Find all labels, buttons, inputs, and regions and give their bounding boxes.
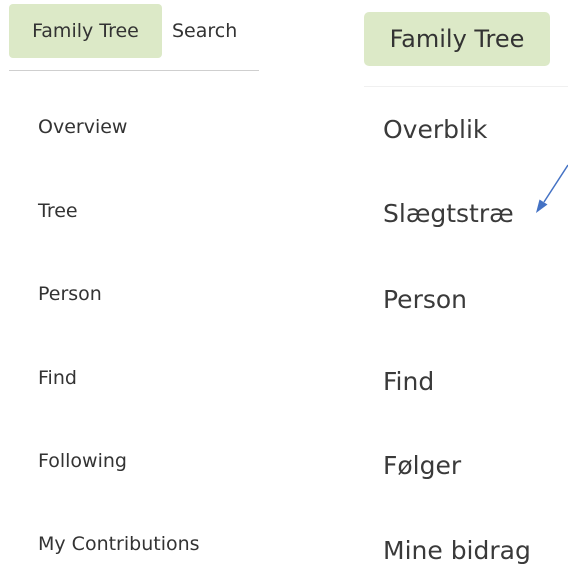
tab-family-tree[interactable]: Family Tree — [9, 4, 162, 58]
menu-item-slaegtstrae[interactable]: Slægtstræ — [383, 199, 514, 229]
tab-family-tree-danish[interactable]: Family Tree — [364, 12, 550, 66]
tab-search[interactable]: Search — [172, 4, 268, 58]
menu-item-find[interactable]: Find — [38, 366, 77, 390]
menu-item-tree[interactable]: Tree — [38, 199, 78, 223]
menu-item-folger[interactable]: Følger — [383, 451, 461, 481]
menu-item-overview[interactable]: Overview — [38, 115, 127, 139]
right-divider — [364, 86, 568, 87]
menu-item-person-danish[interactable]: Person — [383, 285, 467, 315]
menu-item-overblik[interactable]: Overblik — [383, 115, 487, 145]
left-divider — [9, 70, 259, 71]
menu-item-following[interactable]: Following — [38, 449, 127, 473]
left-menu-english: Family Tree Search Overview Tree Person … — [0, 0, 270, 566]
menu-item-mine-bidrag[interactable]: Mine bidrag — [383, 536, 531, 566]
menu-item-my-contributions[interactable]: My Contributions — [38, 532, 200, 556]
left-tab-bar: Family Tree Search — [0, 0, 262, 72]
right-menu-danish: Family Tree Overblik Slægtstræ Person Fi… — [350, 0, 568, 566]
menu-item-find-danish[interactable]: Find — [383, 367, 434, 397]
menu-item-person[interactable]: Person — [38, 282, 102, 306]
